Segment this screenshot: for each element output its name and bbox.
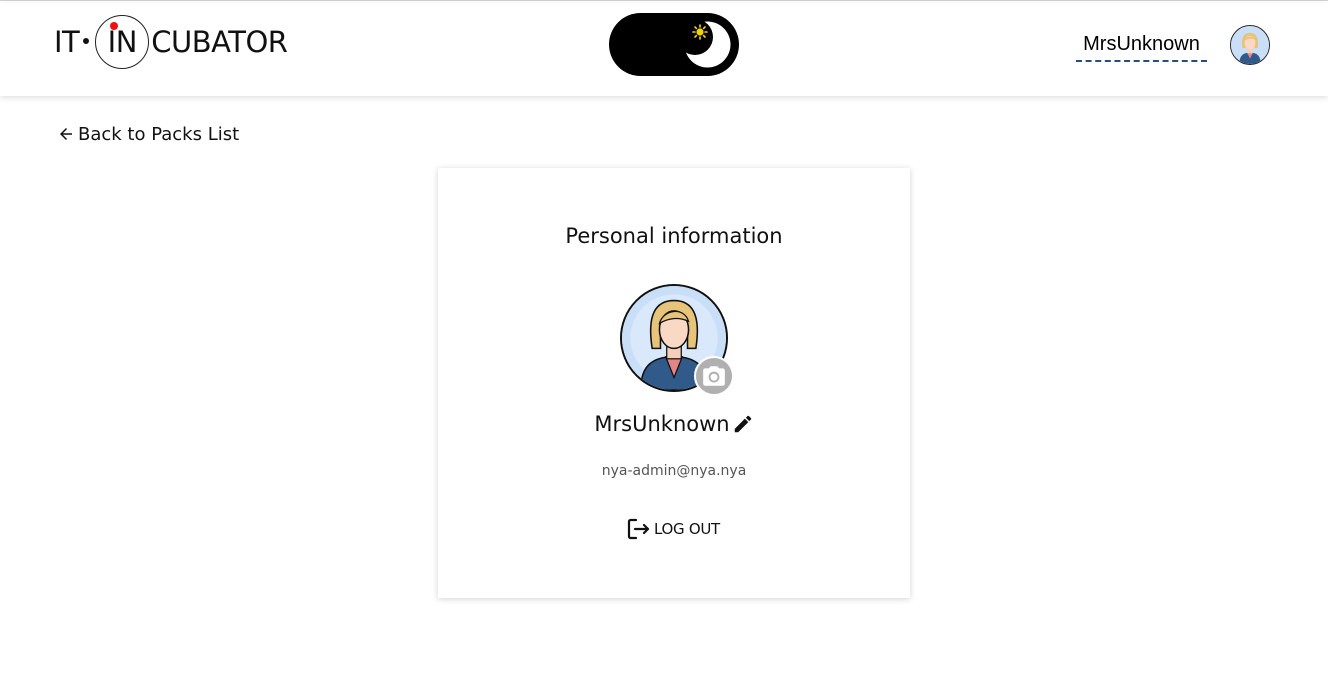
app-header: IT IN CUBATOR MrsUnknown	[0, 3, 1328, 96]
arrow-left-icon	[60, 128, 72, 140]
back-link-label: Back to Packs List	[78, 123, 240, 145]
logo-text-cubator: CUBATOR	[151, 25, 288, 59]
logout-label: LOG OUT	[654, 520, 720, 538]
pencil-icon	[734, 415, 751, 433]
logo-circle: IN	[95, 15, 150, 69]
logout-icon	[627, 518, 650, 540]
back-to-packs-link[interactable]: Back to Packs List	[57, 121, 239, 147]
toggle-knob	[677, 19, 733, 70]
logout-button[interactable]: LOG OUT	[626, 516, 724, 542]
profile-name: MrsUnknown	[594, 412, 730, 436]
logo-dot	[83, 38, 90, 44]
profile-name-row: MrsUnknown	[438, 412, 910, 436]
header-user-name[interactable]: MrsUnknown	[1076, 30, 1207, 62]
it-incubator-logo[interactable]: IT IN CUBATOR	[54, 13, 288, 71]
header-user-avatar[interactable]	[1230, 25, 1270, 65]
profile-card: Personal information MrsUnknown nya-admi…	[438, 168, 910, 598]
camera-icon	[703, 366, 725, 386]
moon-sun-icon	[677, 19, 731, 68]
logo-text-it: IT	[54, 25, 80, 59]
theme-toggle[interactable]	[609, 13, 739, 76]
change-photo-button[interactable]	[694, 356, 734, 396]
profile-email: nya-admin@nya.nya	[601, 463, 747, 479]
user-avatar-icon	[1231, 26, 1269, 64]
profile-title: Personal information	[565, 224, 783, 248]
logo-text-in: IN	[107, 25, 138, 59]
edit-name-button[interactable]	[732, 413, 754, 435]
profile-avatar-wrapper	[620, 284, 734, 396]
